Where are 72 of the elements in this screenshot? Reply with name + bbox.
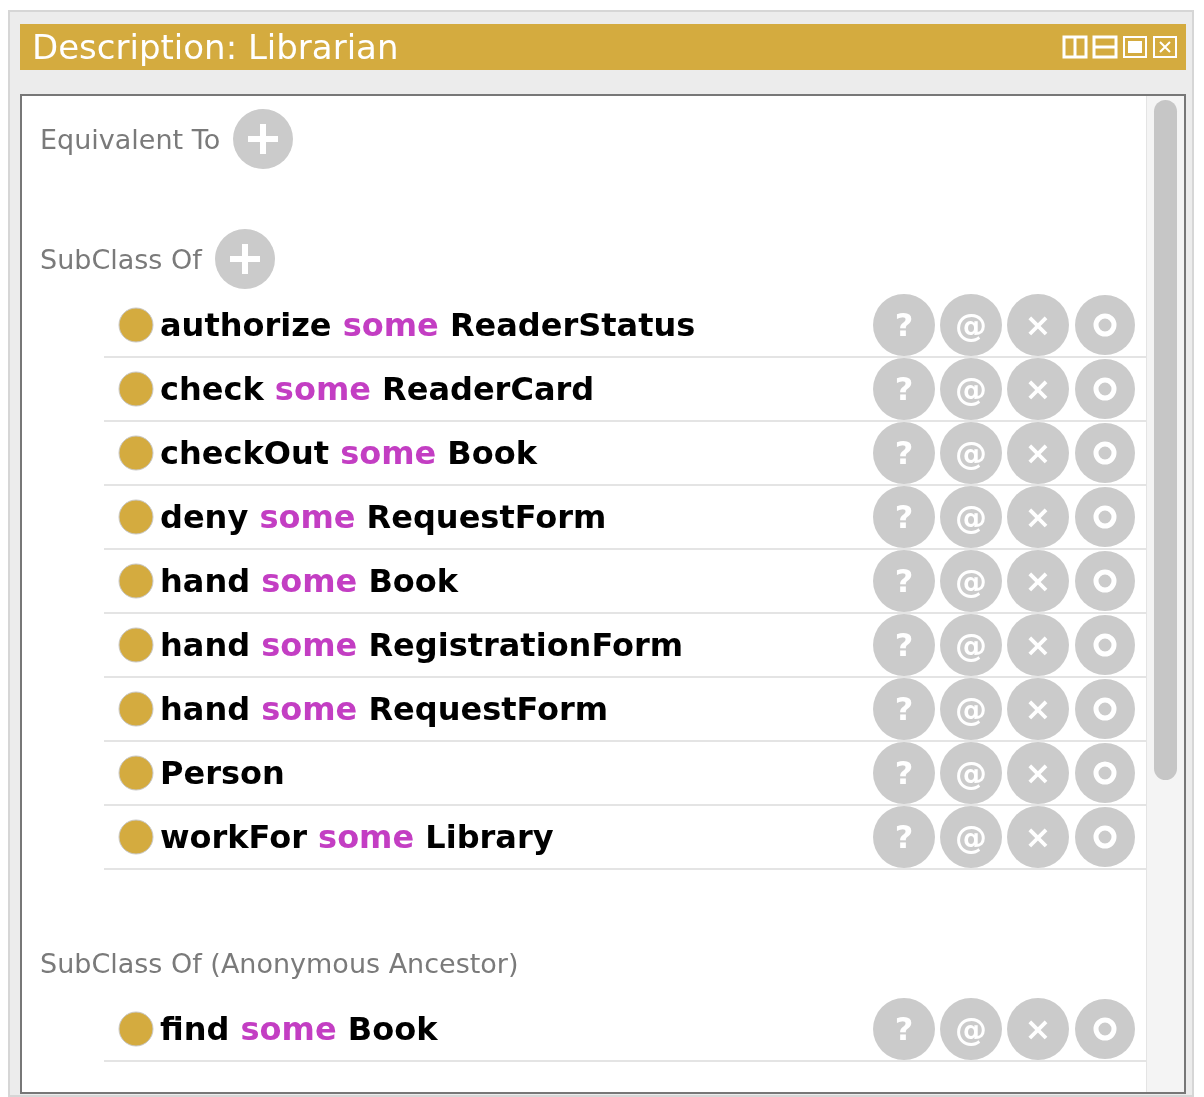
edit-button[interactable] bbox=[1074, 678, 1136, 740]
class-expression: authorize some ReaderStatus bbox=[160, 306, 697, 344]
class-expression: deny some RequestForm bbox=[160, 498, 608, 536]
explain-button[interactable]: ? bbox=[873, 358, 935, 420]
class-expression: find some Book bbox=[160, 1010, 439, 1048]
scrollbar[interactable] bbox=[1146, 96, 1184, 1092]
edit-button[interactable] bbox=[1074, 486, 1136, 548]
class-expression: workFor some Library bbox=[160, 818, 555, 856]
annotate-button[interactable]: @ bbox=[940, 422, 1002, 484]
add-button[interactable] bbox=[232, 108, 295, 170]
class-expression: hand some RegistrationForm bbox=[160, 626, 685, 664]
edit-button[interactable] bbox=[1074, 550, 1136, 612]
explain-button[interactable]: ? bbox=[873, 422, 935, 484]
delete-button[interactable]: × bbox=[1007, 678, 1069, 740]
delete-button[interactable]: × bbox=[1007, 550, 1069, 612]
explain-button[interactable]: ? bbox=[873, 998, 935, 1060]
class-expression: checkOut some Book bbox=[160, 434, 539, 472]
explain-button[interactable]: ? bbox=[873, 550, 935, 612]
explain-button[interactable]: ? bbox=[873, 614, 935, 676]
window-title: Description: Librarian bbox=[32, 27, 399, 67]
delete-button[interactable]: × bbox=[1007, 358, 1069, 420]
section-title: Equivalent To bbox=[40, 123, 221, 155]
edit-button[interactable] bbox=[1074, 742, 1136, 804]
class-icon bbox=[118, 627, 154, 663]
class-expression: Person bbox=[160, 754, 286, 792]
delete-button[interactable]: × bbox=[1007, 294, 1069, 356]
class-icon bbox=[118, 435, 154, 471]
class-icon bbox=[118, 563, 154, 599]
annotate-button[interactable]: @ bbox=[940, 998, 1002, 1060]
annotate-button[interactable]: @ bbox=[940, 358, 1002, 420]
explain-button[interactable]: ? bbox=[873, 806, 935, 868]
annotate-button[interactable]: @ bbox=[940, 550, 1002, 612]
explain-button[interactable]: ? bbox=[873, 742, 935, 804]
annotate-button[interactable]: @ bbox=[940, 486, 1002, 548]
class-icon bbox=[118, 307, 154, 343]
edit-button[interactable] bbox=[1074, 614, 1136, 676]
delete-button[interactable]: × bbox=[1007, 486, 1069, 548]
edit-button[interactable] bbox=[1074, 806, 1136, 868]
maximize-icon[interactable] bbox=[1122, 35, 1148, 59]
section-title: SubClass Of bbox=[40, 243, 202, 275]
edit-button[interactable] bbox=[1074, 998, 1136, 1060]
class-icon bbox=[118, 755, 154, 791]
annotate-button[interactable]: @ bbox=[940, 742, 1002, 804]
annotate-button[interactable]: @ bbox=[940, 678, 1002, 740]
delete-button[interactable]: × bbox=[1007, 806, 1069, 868]
class-expression: hand some Book bbox=[160, 562, 460, 600]
add-button[interactable] bbox=[213, 228, 276, 290]
class-icon bbox=[118, 691, 154, 727]
class-icon bbox=[118, 1011, 154, 1047]
delete-button[interactable]: × bbox=[1007, 998, 1069, 1060]
edit-button[interactable] bbox=[1074, 358, 1136, 420]
delete-button[interactable]: × bbox=[1007, 422, 1069, 484]
delete-button[interactable]: × bbox=[1007, 742, 1069, 804]
class-expression: hand some RequestForm bbox=[160, 690, 610, 728]
class-icon bbox=[118, 371, 154, 407]
explain-button[interactable]: ? bbox=[873, 486, 935, 548]
close-icon[interactable] bbox=[1152, 35, 1178, 59]
split-horizontal-icon[interactable] bbox=[1092, 35, 1118, 59]
annotate-button[interactable]: @ bbox=[940, 614, 1002, 676]
class-expression: check some ReaderCard bbox=[160, 370, 596, 408]
edit-button[interactable] bbox=[1074, 294, 1136, 356]
split-vertical-icon[interactable] bbox=[1062, 35, 1088, 59]
class-icon bbox=[118, 499, 154, 535]
explain-button[interactable]: ? bbox=[873, 678, 935, 740]
class-icon bbox=[118, 819, 154, 855]
scrollbar-thumb[interactable] bbox=[1154, 100, 1177, 780]
annotate-button[interactable]: @ bbox=[940, 806, 1002, 868]
delete-button[interactable]: × bbox=[1007, 614, 1069, 676]
section-title: SubClass Of (Anonymous Ancestor) bbox=[40, 947, 519, 979]
annotate-button[interactable]: @ bbox=[940, 294, 1002, 356]
explain-button[interactable]: ? bbox=[873, 294, 935, 356]
edit-button[interactable] bbox=[1074, 422, 1136, 484]
